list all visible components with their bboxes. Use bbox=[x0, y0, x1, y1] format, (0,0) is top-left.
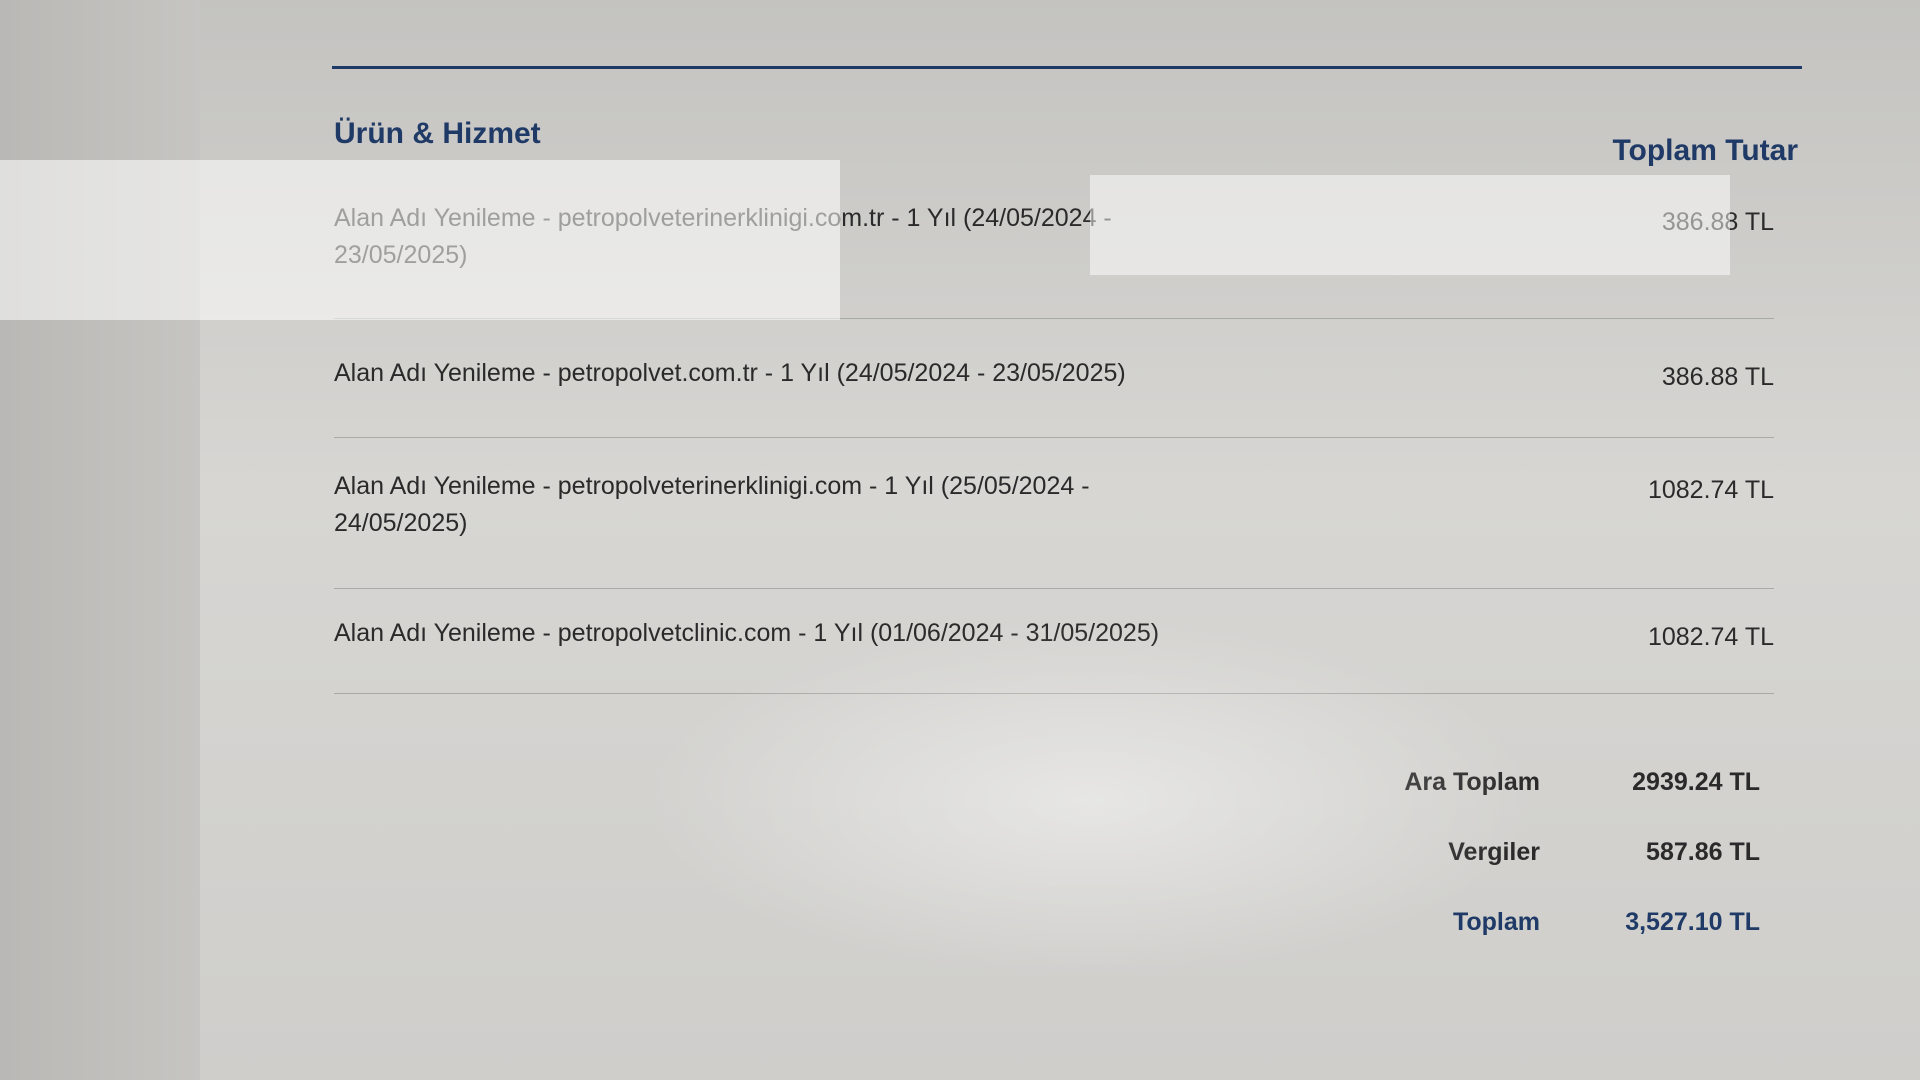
subtotal-line: Ara Toplam 2939.24 TL bbox=[1340, 768, 1760, 838]
grand-total-value: 3,527.10 TL bbox=[1625, 908, 1760, 936]
products-services-header: Ürün & Hizmet bbox=[334, 117, 541, 150]
tax-label: Vergiler bbox=[1448, 838, 1540, 866]
invoice-row-description: Alan Adı Yenileme - petropolveterinerkli… bbox=[334, 204, 1112, 269]
tax-line: Vergiler 587.86 TL bbox=[1340, 838, 1760, 908]
total-amount-header: Toplam Tutar bbox=[1612, 134, 1798, 167]
subtotal-label: Ara Toplam bbox=[1404, 768, 1540, 796]
invoice-row-description: Alan Adı Yenileme - petropolvet.com.tr -… bbox=[334, 359, 1126, 387]
grand-total-line: Toplam 3,527.10 TL bbox=[1340, 908, 1760, 978]
tax-value: 587.86 TL bbox=[1646, 838, 1760, 866]
invoice-row-amount: 386.88 TL bbox=[1661, 363, 1774, 391]
row-divider bbox=[334, 693, 1774, 694]
left-panel bbox=[0, 0, 200, 1080]
invoice-row-description: Alan Adı Yenileme - petropolveterinerkli… bbox=[334, 472, 1090, 537]
totals-block: Ara Toplam 2939.24 TL Vergiler 587.86 TL… bbox=[1340, 768, 1760, 978]
invoice-row-amount: 386.88 TL bbox=[1661, 208, 1774, 236]
row-divider bbox=[334, 318, 1774, 319]
header-rule bbox=[332, 66, 1802, 69]
invoice-row-amount: 1082.74 TL bbox=[1647, 623, 1774, 651]
invoice-row-description: Alan Adı Yenileme - petropolvetclinic.co… bbox=[334, 619, 1160, 647]
photo-of-screen: Ürün & Hizmet Toplam Tutar Alan Adı Yeni… bbox=[0, 0, 1920, 1080]
row-divider bbox=[334, 588, 1774, 589]
invoice-row-amount: 1082.74 TL bbox=[1647, 476, 1774, 504]
invoice-section: Ürün & Hizmet Toplam Tutar Alan Adı Yeni… bbox=[200, 0, 1920, 1080]
grand-total-label: Toplam bbox=[1452, 908, 1540, 936]
row-divider bbox=[334, 437, 1774, 438]
subtotal-value: 2939.24 TL bbox=[1632, 768, 1760, 796]
